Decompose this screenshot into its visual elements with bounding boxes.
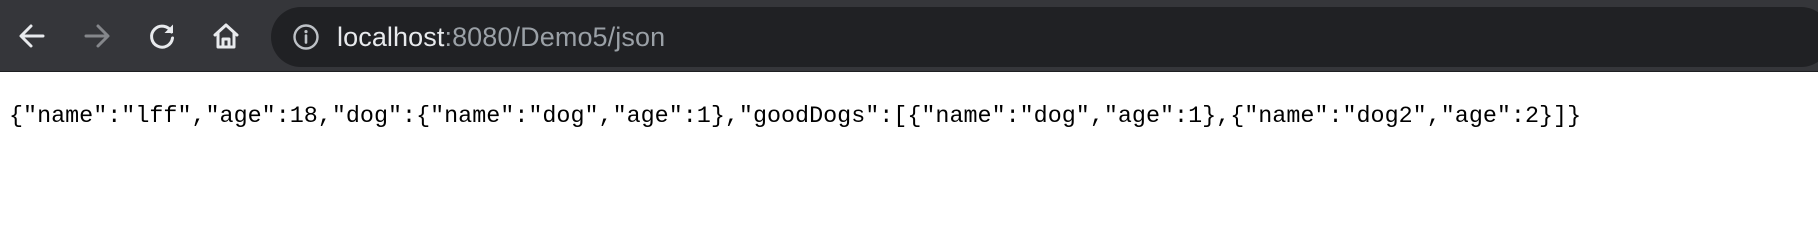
- arrow-left-icon: [19, 24, 45, 48]
- url-host: localhost: [337, 22, 445, 52]
- browser-toolbar: localhost:8080/Demo5/json: [0, 0, 1818, 72]
- url-text[interactable]: localhost:8080/Demo5/json: [337, 7, 665, 67]
- home-button[interactable]: [203, 13, 249, 59]
- json-response-text: {"name":"lff","age":18,"dog":{"name":"do…: [9, 104, 1582, 130]
- arrow-right-icon: [84, 24, 110, 48]
- address-bar[interactable]: localhost:8080/Demo5/json: [271, 7, 1818, 67]
- forward-button[interactable]: [74, 13, 120, 59]
- reload-button[interactable]: [139, 13, 185, 59]
- home-icon: [213, 23, 239, 49]
- url-path: :8080/Demo5/json: [444, 22, 666, 52]
- back-button[interactable]: [9, 13, 55, 59]
- info-icon[interactable]: [292, 23, 320, 51]
- reload-icon: [150, 24, 174, 49]
